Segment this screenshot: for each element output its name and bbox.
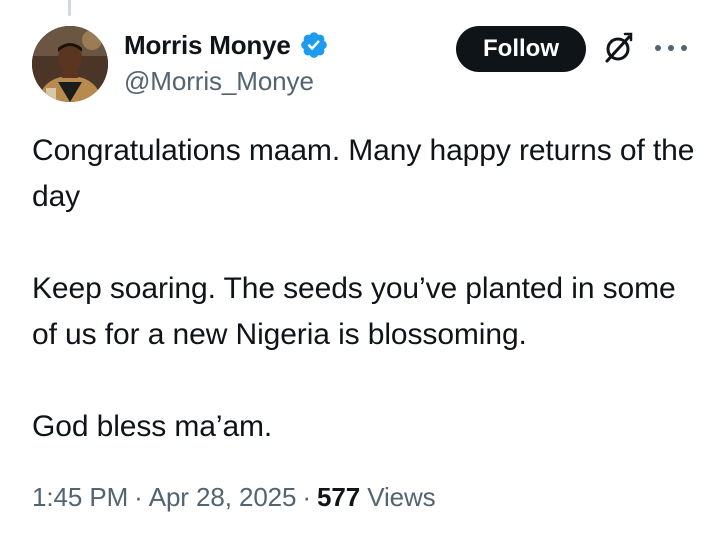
author-handle[interactable]: @Morris_Monye — [124, 66, 329, 97]
tweet-date[interactable]: Apr 28, 2025 — [149, 482, 297, 512]
avatar[interactable] — [32, 26, 108, 102]
grok-icon[interactable] — [600, 30, 636, 66]
tweet-time[interactable]: 1:45 PM — [32, 482, 128, 512]
author-name-row: Morris Monye — [124, 28, 329, 62]
views-label[interactable]: Views — [367, 482, 435, 512]
more-dot — [668, 45, 674, 51]
tweet-paragraph: Keep soaring. The seeds you’ve planted i… — [32, 272, 676, 351]
verified-badge-icon[interactable] — [299, 30, 329, 60]
more-dot — [655, 45, 661, 51]
views-count[interactable]: 577 — [317, 482, 360, 512]
author-info: Morris Monye @Morris_Monye — [124, 28, 329, 97]
tweet-paragraph: Congratulations maam. Many happy returns… — [32, 134, 695, 213]
meta-separator: · — [302, 482, 311, 512]
more-dot — [681, 45, 687, 51]
author-display-name[interactable]: Morris Monye — [124, 30, 291, 61]
avatar-photo — [32, 26, 108, 102]
follow-button[interactable]: Follow — [456, 26, 586, 72]
tweet-paragraph: God bless ma’am. — [32, 410, 273, 443]
tweet-text: Congratulations maam. Many happy returns… — [32, 128, 702, 450]
more-options-icon[interactable] — [655, 38, 687, 58]
meta-separator: · — [134, 482, 143, 512]
tweet-meta: 1:45 PM · Apr 28, 2025 · 577 Views — [32, 482, 436, 513]
thread-connector-line — [68, 0, 71, 16]
